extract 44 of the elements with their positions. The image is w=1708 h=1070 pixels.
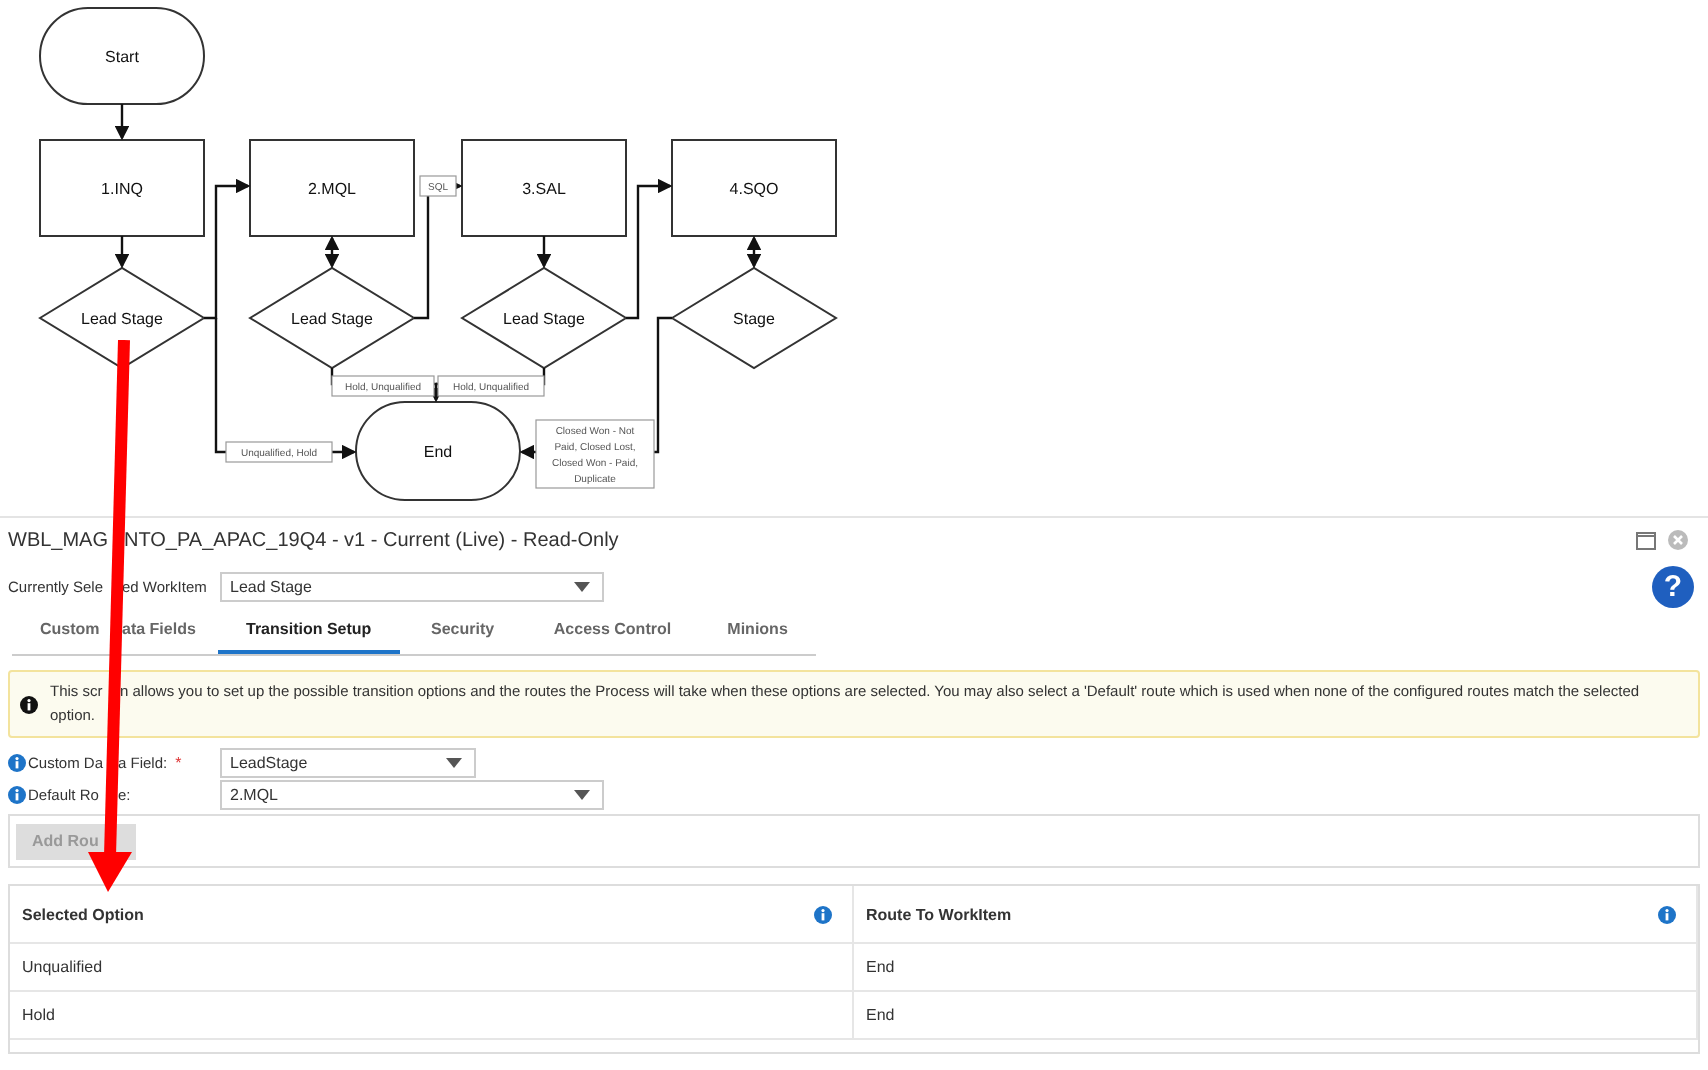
connector-arrow xyxy=(746,235,762,269)
process-node: 4.SQO xyxy=(671,139,837,237)
decision-node: Lead Stage xyxy=(38,266,206,370)
terminal-node: End xyxy=(355,401,521,501)
info-icon xyxy=(8,754,26,772)
tab[interactable]: Access Control xyxy=(553,620,672,638)
tab[interactable]: Security xyxy=(430,620,495,638)
table-cell: Unqualified xyxy=(10,944,854,990)
caret-icon xyxy=(574,790,590,800)
window-title: NTO_PA_APAC_19Q4 - v1 - Current (Live) - Read-Only xyxy=(124,529,619,551)
workitem-dropdown[interactable]: Lead Stage xyxy=(220,571,604,601)
tab[interactable]: Custom xyxy=(40,620,100,638)
dropdown[interactable]: 2.MQL xyxy=(220,780,604,810)
info-icon xyxy=(20,695,38,713)
tab[interactable]: Minions xyxy=(727,620,788,638)
caret-icon xyxy=(446,758,462,768)
maximize-icon[interactable] xyxy=(1636,531,1656,549)
column-header[interactable]: Selected Option xyxy=(10,886,854,942)
dropdown[interactable]: LeadStage xyxy=(220,748,476,778)
connector-arrow xyxy=(114,104,130,141)
connector-arrow xyxy=(536,236,552,269)
info-icon xyxy=(814,905,832,923)
table-cell: Hold xyxy=(10,992,854,1038)
connector-arrow xyxy=(414,178,463,320)
window-title: WBL_MAG xyxy=(8,529,109,551)
column-header[interactable]: Route To WorkItem xyxy=(854,886,1698,942)
connector-arrow xyxy=(324,235,340,269)
info-icon xyxy=(8,786,26,804)
tab[interactable]: ata Fields xyxy=(122,620,196,638)
required-mark: * xyxy=(175,754,182,772)
tab[interactable]: Transition Setup xyxy=(246,620,372,638)
terminal-node: Start xyxy=(39,7,205,105)
caret-icon xyxy=(574,581,590,591)
table-cell: End xyxy=(854,944,1698,990)
process-node: 3.SAL xyxy=(461,139,627,237)
decision-node: Lead Stage xyxy=(460,266,628,370)
table-cell: End xyxy=(854,992,1698,1038)
decision-node: Lead Stage xyxy=(248,266,416,370)
info-icon xyxy=(1658,905,1676,923)
decision-node: Stage xyxy=(670,266,838,370)
connector-arrow xyxy=(114,236,130,269)
help-button[interactable]: ? xyxy=(1652,565,1694,607)
process-node: 2.MQL xyxy=(249,139,415,237)
process-node: 1.INQ xyxy=(39,139,205,237)
